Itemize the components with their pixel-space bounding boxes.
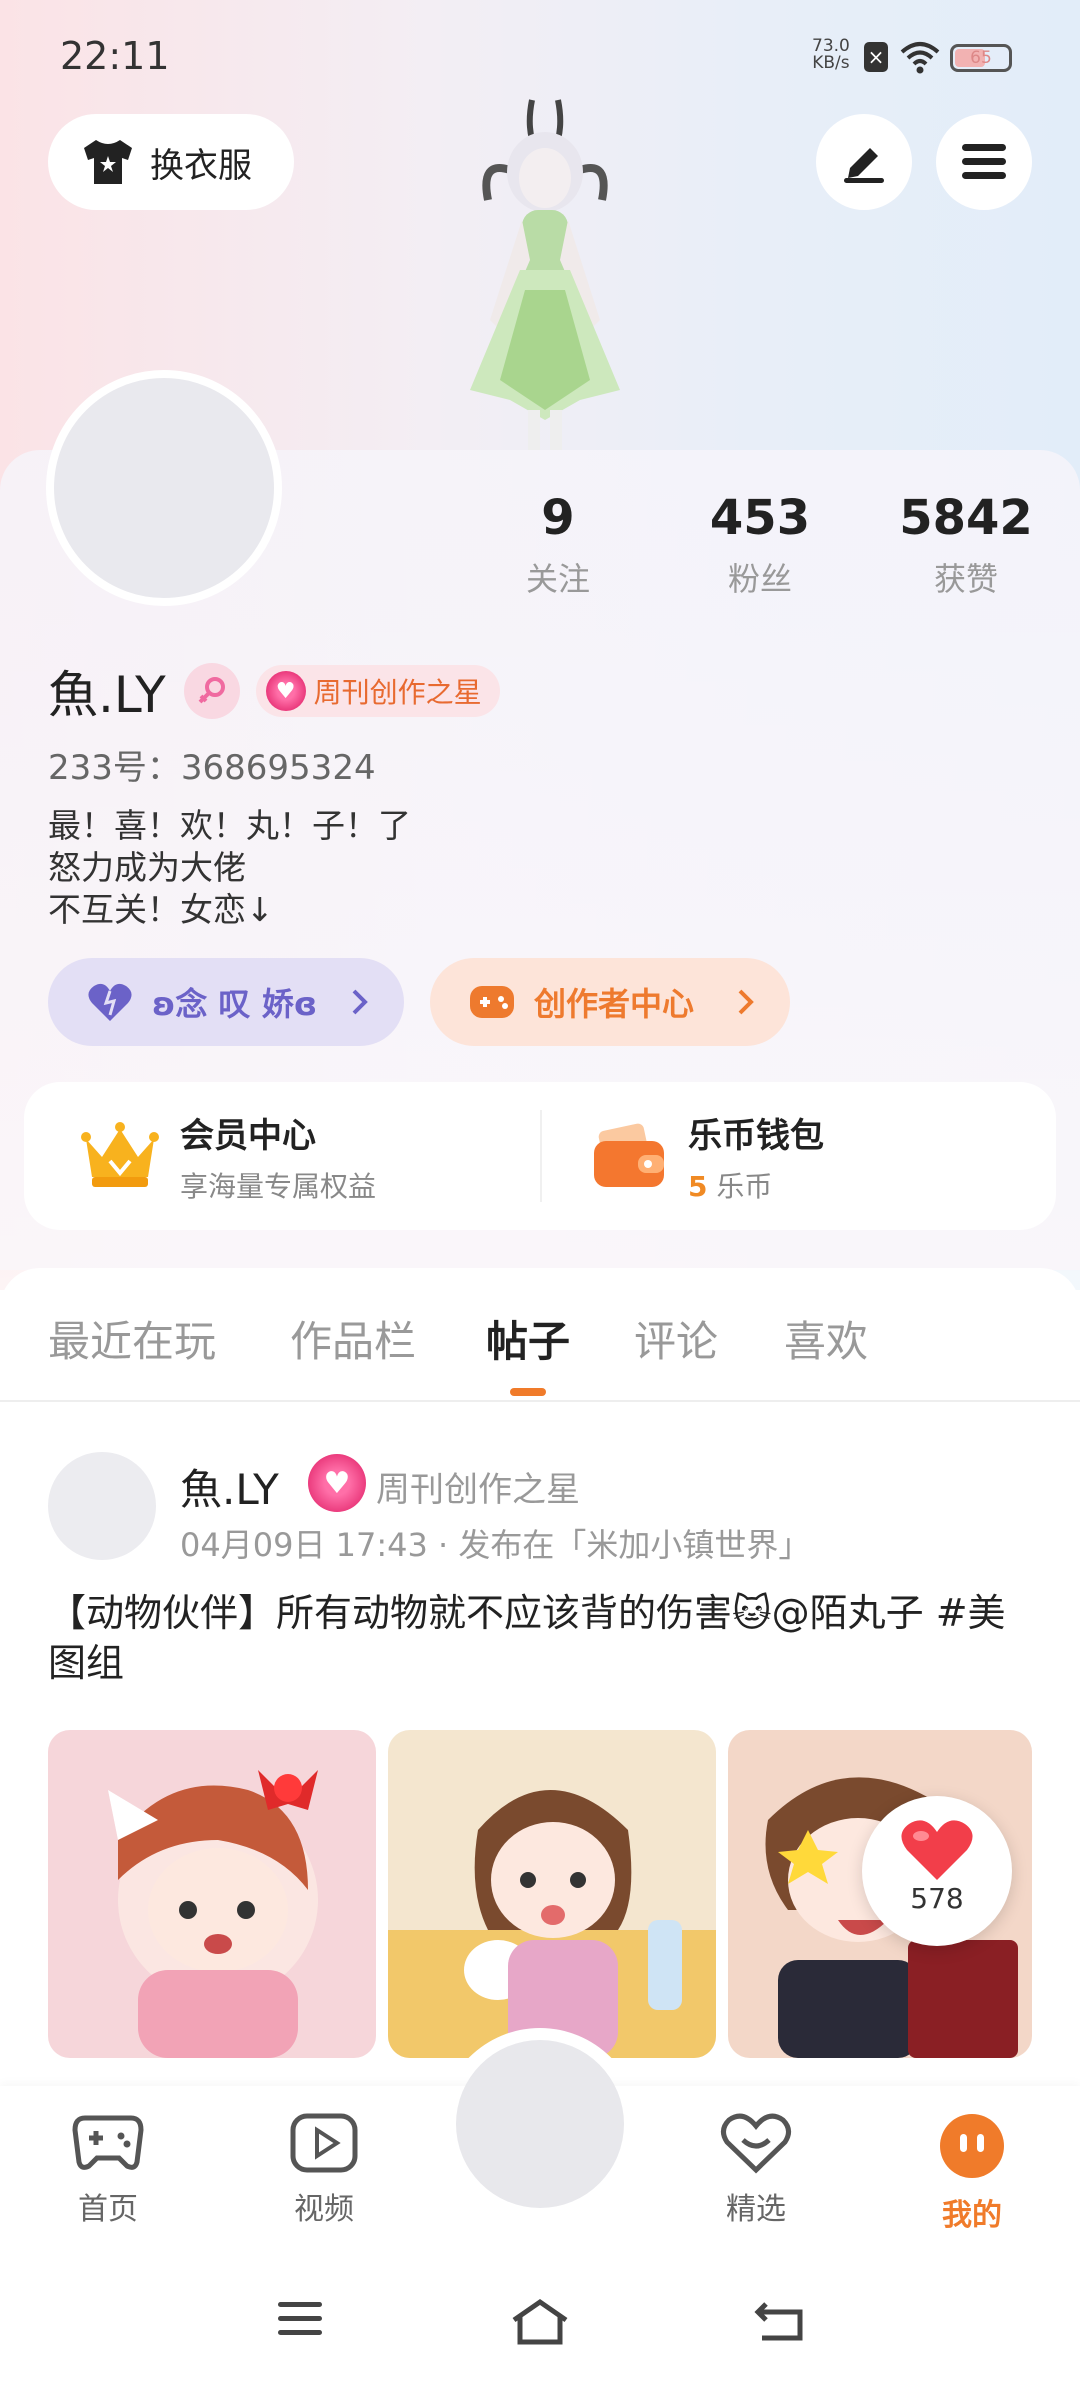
post-card[interactable]: 魚.LY ♥ 周刊创作之星 04月09日 17:43 · 发布在「米加小镇世界」…: [0, 1402, 1080, 2092]
system-navigation-bar: [0, 2264, 1080, 2388]
stat-followers[interactable]: 453 粉丝: [670, 488, 850, 600]
medal-icon: ♥: [308, 1454, 366, 1512]
coin-wallet[interactable]: 乐币钱包 5 乐币: [590, 1082, 824, 1230]
menu-icon: [962, 144, 1006, 179]
center-avatar-button[interactable]: [456, 2040, 624, 2208]
video-icon: [290, 2113, 358, 2173]
nav-home[interactable]: 首页: [38, 2112, 178, 2228]
tab-likes[interactable]: 喜欢: [784, 1308, 868, 1369]
sim-off-icon: ×: [864, 42, 888, 72]
username: 魚.LY: [48, 666, 166, 724]
post-author-avatar[interactable]: [48, 1452, 156, 1560]
shirt-icon: [84, 140, 132, 184]
creator-center-button[interactable]: 创作者中心: [430, 958, 790, 1046]
post-author-badge: 周刊创作之星: [376, 1470, 580, 1510]
post-image-2[interactable]: [388, 1730, 716, 2058]
heart-icon: [901, 1820, 973, 1880]
tab-comments[interactable]: 评论: [634, 1308, 718, 1369]
pen-icon: [844, 148, 884, 183]
crown-icon: [81, 1122, 159, 1187]
heart-outline-icon: [721, 2113, 791, 2174]
post-author-name[interactable]: 魚.LY: [180, 1456, 279, 1517]
female-icon: [183, 663, 240, 719]
user-id: 233号：368695324: [48, 748, 376, 788]
like-button[interactable]: 578: [862, 1796, 1012, 1946]
wallet-icon: [594, 1123, 664, 1187]
stat-following[interactable]: 9 关注: [468, 488, 648, 600]
stat-likes[interactable]: 5842 获赞: [876, 488, 1056, 600]
nav-me[interactable]: 我的: [902, 2112, 1042, 2234]
recent-apps-icon[interactable]: [276, 2298, 324, 2338]
edit-profile-button[interactable]: [816, 114, 912, 210]
tab-recent[interactable]: 最近在玩: [48, 1308, 216, 1369]
bio: 最！喜！欢！丸！子！了 怒力成为大佬 不互关！女恋↓: [48, 806, 411, 929]
profile-face-icon: [940, 2114, 1004, 2178]
weekly-star-badge[interactable]: ♥ 周刊创作之星: [255, 665, 500, 717]
name-row: 魚.LY ♥ 周刊创作之星: [48, 655, 500, 727]
card-divider: [540, 1110, 542, 1202]
battery-icon: 65: [950, 44, 1012, 72]
change-outfit-button[interactable]: 换衣服: [48, 114, 294, 210]
tab-works[interactable]: 作品栏: [290, 1308, 416, 1369]
gamepad-icon: [72, 2115, 144, 2170]
change-outfit-label: 换衣服: [150, 145, 252, 186]
post-image-1[interactable]: [48, 1730, 376, 2058]
chevron-right-icon: [352, 989, 368, 1015]
home-icon[interactable]: [510, 2298, 570, 2346]
network-speed: 73.0 KB/s: [812, 36, 850, 73]
couple-button[interactable]: ʚ念 叹 娇ɞ: [48, 958, 404, 1046]
heart-icon: [88, 983, 132, 1021]
active-tab-indicator: [510, 1388, 546, 1396]
tab-posts[interactable]: 帖子: [486, 1308, 570, 1369]
chevron-right-icon: [738, 989, 754, 1015]
menu-button[interactable]: [936, 114, 1032, 210]
medal-icon: ♥: [265, 671, 306, 711]
gamepad-icon: [470, 986, 514, 1018]
profile-tabs: 最近在玩 作品栏 帖子 评论 喜欢: [0, 1290, 1080, 1400]
like-count: 578: [910, 1882, 964, 1915]
avatar-figure-image[interactable]: [440, 90, 650, 450]
nav-video[interactable]: 视频: [254, 2112, 394, 2228]
status-time: 22:11: [60, 34, 170, 78]
wifi-icon: [900, 42, 940, 74]
vip-center[interactable]: 会员中心 享海量专属权益: [80, 1082, 376, 1230]
back-icon[interactable]: [754, 2298, 804, 2342]
member-wallet-card: 会员中心 享海量专属权益 乐币钱包 5 乐币: [24, 1082, 1056, 1230]
post-meta: 04月09日 17:43 · 发布在「米加小镇世界」: [180, 1526, 811, 1564]
post-text: 【动物伙伴】所有动物就不应该背的伤害🐱@陌丸子 #美图组: [48, 1591, 1006, 1685]
avatar[interactable]: [46, 370, 282, 606]
nav-featured[interactable]: 精选: [686, 2112, 826, 2228]
